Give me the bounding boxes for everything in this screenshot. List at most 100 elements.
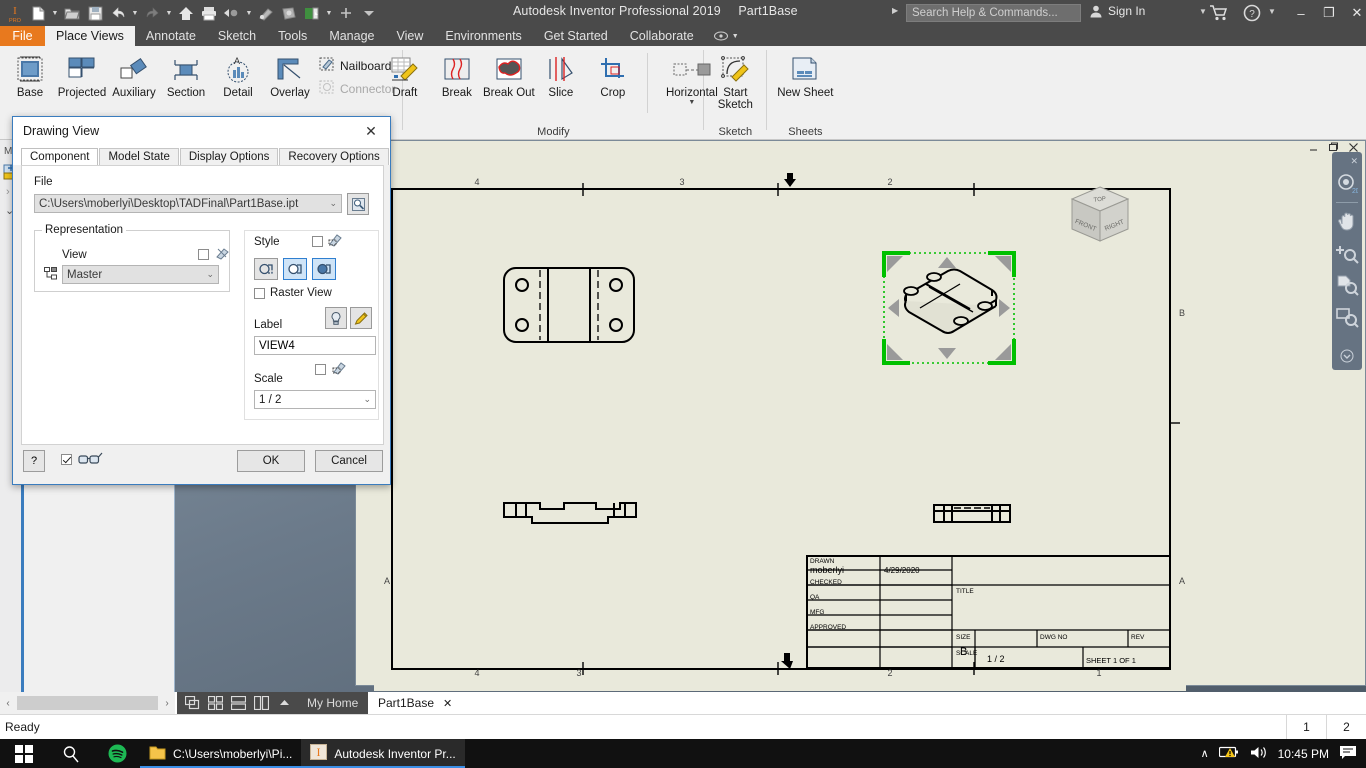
tab-get-started[interactable]: Get Started — [533, 26, 619, 46]
shaded-style-button[interactable] — [312, 258, 336, 280]
tray-expand-icon[interactable]: ∧ — [1201, 747, 1209, 760]
tab-environments[interactable]: Environments — [434, 26, 532, 46]
help-icon[interactable]: ? — [1243, 4, 1261, 25]
chevron-down-icon[interactable]: ⌄ — [202, 269, 214, 280]
sign-in-button[interactable]: Sign In — [1089, 4, 1145, 18]
dialog-tab-display-options[interactable]: Display Options — [179, 148, 279, 165]
zoom-icon[interactable] — [1334, 238, 1360, 268]
tab-overflow-icon[interactable]: ▼ — [705, 26, 747, 46]
view-2d-icon[interactable]: 2D — [1334, 169, 1360, 199]
tab-view[interactable]: View — [386, 26, 435, 46]
new-file-dropdown-icon[interactable]: ▼ — [50, 2, 60, 24]
dialog-help-button[interactable]: ? — [23, 450, 45, 472]
search-input[interactable]: Search Help & Commands... — [906, 4, 1081, 22]
view-representation-combo[interactable]: Master ⌄ — [62, 265, 219, 284]
file-path-combo[interactable]: C:\Users\moberlyi\Desktop\TADFinal\Part1… — [34, 194, 342, 213]
zoom-window-icon[interactable] — [1334, 302, 1360, 332]
status-cell-2[interactable]: 2 — [1326, 714, 1366, 740]
print-icon[interactable] — [198, 2, 220, 24]
dialog-tab-recovery-options[interactable]: Recovery Options — [279, 148, 389, 165]
tab-place-views[interactable]: Place Views — [45, 26, 135, 46]
project-dropdown-icon[interactable]: ▼ — [324, 2, 334, 24]
dialog-tab-model-state[interactable]: Model State — [99, 148, 179, 165]
search-icon[interactable] — [48, 739, 94, 768]
dialog-close-button[interactable]: ✕ — [360, 120, 382, 142]
customize-icon[interactable] — [358, 2, 380, 24]
crop-button[interactable]: Crop — [587, 49, 639, 99]
break-out-button[interactable]: Break Out — [483, 49, 535, 99]
select-dropdown-icon[interactable]: ▼ — [244, 2, 254, 24]
redo-dropdown-icon[interactable]: ▼ — [164, 2, 174, 24]
detail-view-button[interactable]: A Detail — [212, 49, 264, 99]
tab-sketch[interactable]: Sketch — [207, 26, 267, 46]
projected-view-button[interactable]: Projected — [56, 49, 108, 99]
cart-icon[interactable] — [1209, 4, 1229, 25]
drawing-sheet[interactable]: 4 3 2 4 3 2 1 B A A DRAWN moberlyi 4/29/… — [374, 171, 1186, 691]
label-input[interactable]: VIEW4 — [254, 336, 376, 355]
break-button[interactable]: Break — [431, 49, 483, 99]
tile-windows-icon[interactable] — [205, 693, 225, 713]
help-dropdown-icon[interactable]: ▼ — [1268, 7, 1276, 16]
horizontal-dropdown-icon[interactable]: ▼ — [688, 97, 695, 109]
tab-file[interactable]: File — [0, 26, 45, 46]
edit-label-button[interactable] — [350, 307, 372, 329]
battery-warning-icon[interactable] — [1218, 745, 1240, 762]
browse-file-button[interactable] — [347, 193, 369, 215]
appearance-icon[interactable] — [255, 2, 277, 24]
material-icon[interactable] — [278, 2, 300, 24]
pan-hand-icon[interactable] — [1334, 206, 1360, 236]
windows-start-icon[interactable] — [0, 739, 48, 768]
tab-collaborate[interactable]: Collaborate — [619, 26, 705, 46]
base-view-button[interactable]: Base — [4, 49, 56, 99]
add-icon[interactable] — [335, 2, 357, 24]
home-icon[interactable] — [175, 2, 197, 24]
cancel-button[interactable]: Cancel — [315, 450, 383, 472]
document-tab-part1base[interactable]: Part1Base ✕ — [368, 692, 463, 714]
scroll-right-icon[interactable]: › — [159, 692, 175, 714]
navbar-close-icon[interactable]: ✕ — [1350, 156, 1362, 167]
taskbar-app-explorer[interactable]: C:\Users\moberlyi\Pi... — [140, 739, 302, 768]
scale-combo[interactable]: 1 / 2 ⌄ — [254, 390, 376, 409]
ok-button[interactable]: OK — [237, 450, 305, 472]
slice-button[interactable]: Slice — [535, 49, 587, 99]
expand-tabs-icon[interactable] — [274, 693, 294, 713]
open-file-icon[interactable] — [61, 2, 83, 24]
draft-button[interactable]: Draft — [379, 49, 431, 99]
tab-annotate[interactable]: Annotate — [135, 26, 207, 46]
view-cube[interactable]: TOP FRONT RIGHT — [1064, 183, 1136, 252]
volume-icon[interactable] — [1250, 745, 1268, 763]
spotify-icon[interactable] — [94, 739, 140, 768]
scroll-track[interactable] — [17, 696, 158, 710]
save-icon[interactable] — [84, 2, 106, 24]
status-cell-1[interactable]: 1 — [1286, 714, 1326, 740]
new-sheet-button[interactable]: New Sheet — [771, 49, 839, 99]
preview-checkbox[interactable] — [61, 454, 72, 465]
tile-horizontal-icon[interactable] — [228, 693, 248, 713]
chevron-down-icon[interactable]: ⌄ — [325, 198, 337, 209]
redo-icon[interactable] — [141, 2, 163, 24]
document-tab-close-icon[interactable]: ✕ — [443, 697, 452, 710]
style-associative-checkbox[interactable] — [312, 236, 323, 247]
chevron-down-icon[interactable]: ⌄ — [359, 394, 371, 405]
minimize-button[interactable]: – — [1288, 0, 1314, 26]
label-visibility-button[interactable] — [325, 307, 347, 329]
restore-button[interactable]: ❐ — [1316, 0, 1342, 26]
project-icon[interactable] — [301, 2, 323, 24]
browser-expand-icon[interactable]: › — [6, 186, 10, 198]
view-associative-checkbox[interactable] — [198, 249, 209, 260]
hidden-line-style-button[interactable] — [254, 258, 278, 280]
undo-dropdown-icon[interactable]: ▼ — [130, 2, 140, 24]
raster-view-checkbox[interactable] — [254, 288, 265, 299]
cascade-windows-icon[interactable] — [182, 693, 202, 713]
start-sketch-button[interactable]: Start Sketch — [708, 49, 762, 111]
notifications-icon[interactable] — [1339, 745, 1357, 763]
new-file-icon[interactable] — [27, 2, 49, 24]
doc-minimize-button[interactable] — [1308, 142, 1319, 156]
hidden-line-removed-style-button[interactable] — [283, 258, 307, 280]
scroll-left-icon[interactable]: ‹ — [0, 692, 16, 714]
select-icon[interactable] — [221, 2, 243, 24]
undo-icon[interactable] — [107, 2, 129, 24]
tab-tools[interactable]: Tools — [267, 26, 318, 46]
scale-associative-checkbox[interactable] — [315, 364, 326, 375]
close-button[interactable]: ✕ — [1344, 0, 1366, 26]
